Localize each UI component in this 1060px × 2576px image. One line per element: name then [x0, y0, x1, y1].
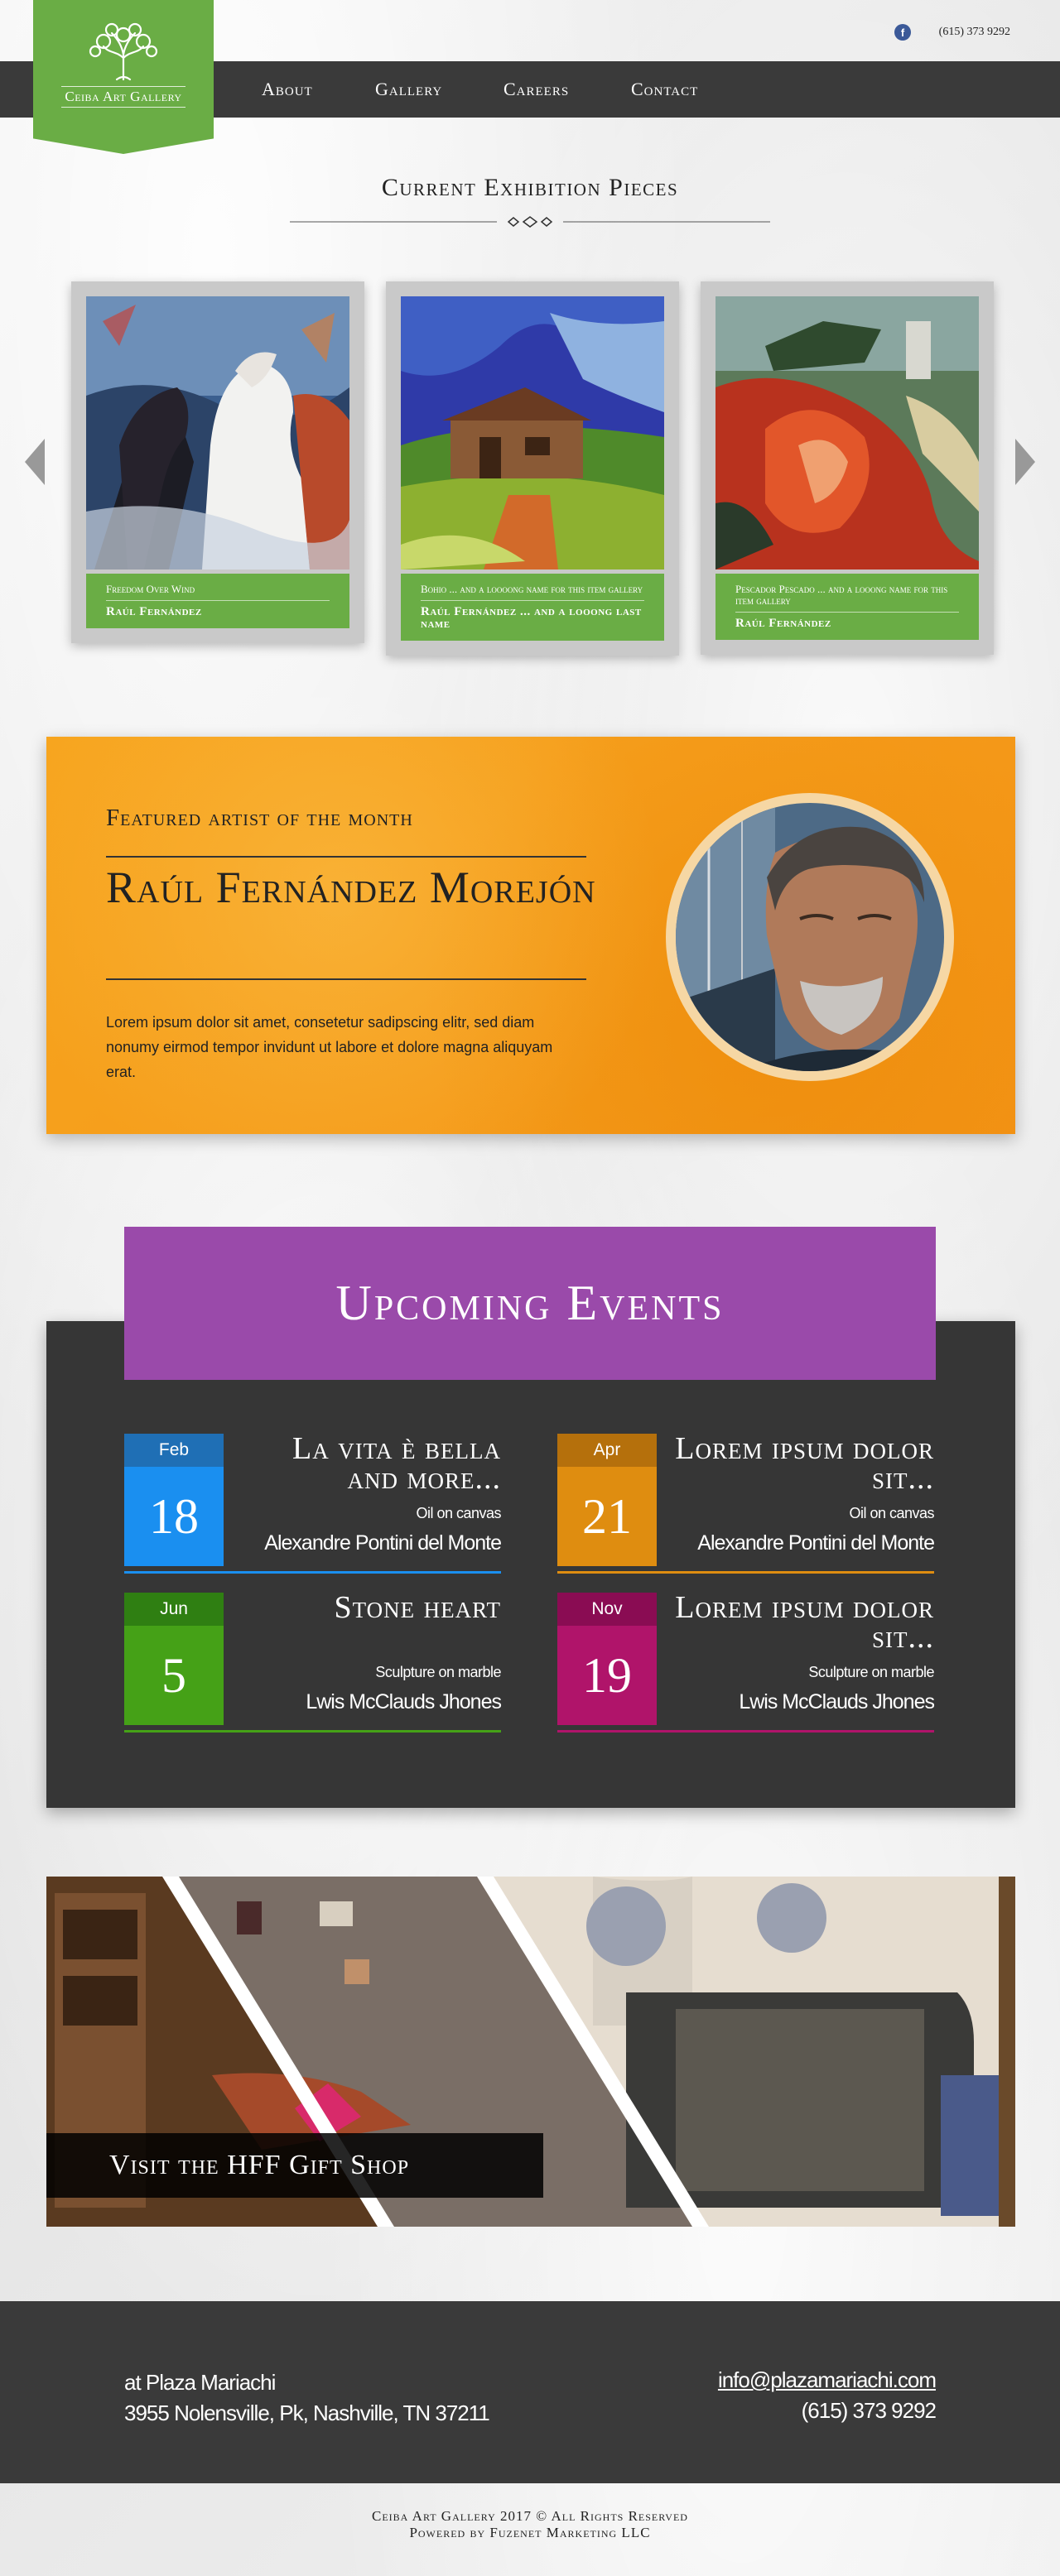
exhibition-card[interactable]: Bohio ... and a loooong name for this it… — [386, 281, 679, 656]
arrow-right-icon[interactable] — [1015, 439, 1035, 485]
event-date: Nov 19 — [557, 1593, 657, 1725]
event-month: Nov — [557, 1593, 657, 1626]
event-title: La vita è bella and more... — [292, 1431, 501, 1496]
footer-address: at Plaza Mariachi 3955 Nolensville, Pk, … — [124, 2367, 490, 2429]
painting-image — [86, 296, 349, 570]
event-day: 18 — [124, 1467, 224, 1566]
featured-description: Lorem ipsum dolor sit amet, consetetur s… — [106, 1014, 553, 1080]
events-panel: Feb 18 La vita è bella and more... Oil o… — [46, 1321, 1015, 1808]
nav-gallery[interactable]: Gallery — [375, 61, 442, 118]
piece-title: Pescador Pescado ... and a looong name f… — [735, 584, 959, 613]
footer-phone: (615) 373 9292 — [801, 2398, 937, 2423]
footer-street: 3955 Nolensville, Pk, Nashville, TN 3721… — [124, 2401, 490, 2425]
copyright: Ceiba Art Gallery 2017 © All Rights Rese… — [372, 2508, 688, 2524]
event-date: Apr 21 — [557, 1434, 657, 1566]
nav-contact[interactable]: Contact — [631, 61, 698, 118]
event-underline — [557, 1730, 934, 1733]
event-title: Lorem ipsum dolor sit... — [675, 1431, 934, 1496]
painting-image — [716, 296, 979, 570]
exhibition-card[interactable]: Freedom Over Wind Raúl Fernández — [71, 281, 364, 643]
piece-artist: Raúl Fernández ... and a looong last nam… — [421, 605, 642, 631]
piece-artist: Raúl Fernández — [106, 605, 202, 618]
event-underline — [124, 1730, 501, 1733]
event-month: Feb — [124, 1434, 224, 1467]
footer-location: at Plaza Mariachi — [124, 2370, 276, 2395]
event-artist: Lwis McClauds Jhones — [306, 1690, 502, 1713]
header-phone: (615) 373 9292 — [938, 26, 1010, 38]
event-item[interactable]: Nov 19 Lorem ipsum dolor sit... Sculptur… — [557, 1590, 935, 1733]
event-medium: Oil on canvas — [416, 1505, 501, 1521]
footer: at Plaza Mariachi 3955 Nolensville, Pk, … — [0, 2301, 1060, 2483]
event-artist: Alexandre Pontini del Monte — [697, 1531, 935, 1555]
event-day: 19 — [557, 1626, 657, 1725]
featured-artist-name: Raúl Fernández Morejón — [106, 863, 596, 912]
event-day: 21 — [557, 1467, 657, 1566]
nav-about[interactable]: About — [262, 61, 313, 118]
event-month: Jun — [124, 1593, 224, 1626]
exhibition-title: Current Exhibition Pieces — [381, 174, 679, 201]
piece-title: Freedom Over Wind — [106, 584, 330, 601]
featured-label: Featured artist of the month — [106, 805, 413, 831]
painting-image — [401, 296, 664, 570]
logo-name: Ceiba Art Gallery — [61, 86, 186, 108]
featured-artist-section: Featured artist of the month Raúl Fernán… — [46, 737, 1015, 1134]
artist-portrait — [666, 793, 954, 1081]
event-item[interactable]: Feb 18 La vita è bella and more... Oil o… — [124, 1431, 502, 1574]
card-caption: Freedom Over Wind Raúl Fernández — [86, 574, 349, 628]
event-artist: Alexandre Pontini del Monte — [264, 1531, 502, 1555]
event-date: Feb 18 — [124, 1434, 224, 1566]
event-item[interactable]: Apr 21 Lorem ipsum dolor sit... Oil on c… — [557, 1431, 935, 1574]
event-title: Lorem ipsum dolor sit... — [675, 1590, 934, 1655]
event-item[interactable]: Jun 5 Stone heart Sculpture on marble Lw… — [124, 1590, 502, 1733]
event-day: 5 — [124, 1626, 224, 1725]
event-underline — [124, 1571, 501, 1574]
card-caption: Bohio ... and a loooong name for this it… — [401, 574, 664, 641]
title-ornament — [290, 216, 770, 228]
facebook-icon[interactable]: f — [894, 24, 911, 41]
piece-artist: Raúl Fernández — [735, 617, 831, 630]
event-title: Stone heart — [334, 1590, 501, 1625]
event-underline — [557, 1571, 934, 1574]
divider — [106, 978, 586, 980]
nav-careers[interactable]: Careers — [504, 61, 569, 118]
exhibition-card[interactable]: Pescador Pescado ... and a looong name f… — [701, 281, 994, 655]
event-artist: Lwis McClauds Jhones — [739, 1690, 935, 1713]
artist-portrait-image — [676, 803, 944, 1071]
powered-by[interactable]: Powered by Fuzenet Marketing LLC — [0, 2525, 1060, 2541]
tree-icon — [89, 22, 158, 81]
event-month: Apr — [557, 1434, 657, 1467]
giftshop-label: Visit the HFF Gift Shop — [46, 2133, 543, 2198]
card-caption: Pescador Pescado ... and a looong name f… — [716, 574, 979, 640]
events-title: Upcoming Events — [124, 1227, 936, 1380]
event-medium: Sculpture on marble — [375, 1664, 501, 1680]
divider — [106, 856, 586, 858]
event-medium: Oil on canvas — [849, 1505, 934, 1521]
logo[interactable]: Ceiba Art Gallery — [33, 0, 214, 154]
piece-title: Bohio ... and a loooong name for this it… — [421, 584, 644, 601]
event-date: Jun 5 — [124, 1593, 224, 1725]
footer-email-link[interactable]: info@plazamariachi.com — [718, 2367, 937, 2393]
giftshop-banner[interactable]: Visit the HFF Gift Shop — [46, 1877, 1015, 2227]
arrow-left-icon[interactable] — [25, 439, 45, 485]
event-medium: Sculpture on marble — [808, 1664, 934, 1680]
